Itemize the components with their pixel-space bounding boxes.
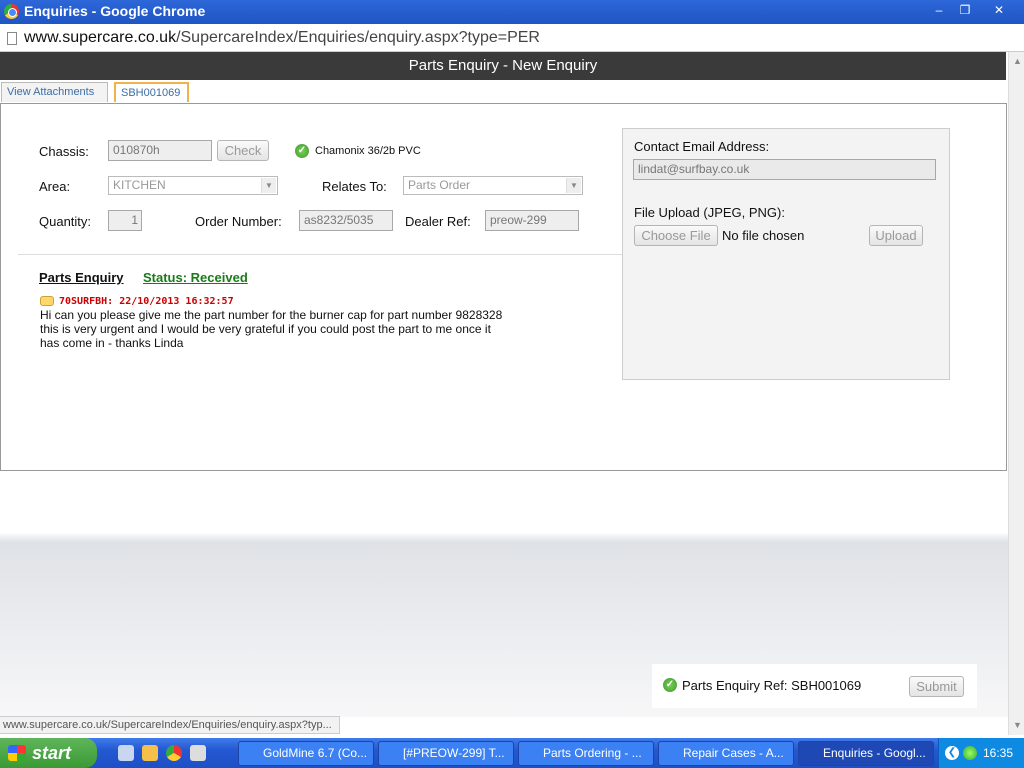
quicklaunch-chrome-icon[interactable] (166, 745, 182, 761)
url-text[interactable]: www.supercare.co.uk/SupercareIndex/Enqui… (24, 29, 540, 47)
model-text: Chamonix 36/2b PVC (315, 145, 421, 157)
message-body: Hi can you please give me the part numbe… (40, 308, 503, 350)
windows-flag-icon (8, 745, 26, 761)
scroll-down-icon[interactable]: ▼ (1013, 720, 1022, 730)
quicklaunch-outlook-icon[interactable] (142, 745, 158, 761)
tab-view-attachments[interactable]: View Attachments (1, 82, 108, 102)
enquiry-panel: Chassis: 010870h Check ✓ Chamonix 36/2b … (0, 103, 1007, 471)
window-title: Enquiries - Google Chrome (24, 3, 206, 19)
quicklaunch-app-icon[interactable] (190, 745, 206, 761)
parts-enquiry-ref: Parts Enquiry Ref: SBH001069 (682, 678, 862, 693)
quantity-field[interactable]: 1 (108, 210, 142, 231)
chevron-down-icon: ▼ (566, 178, 581, 193)
task-repair-cases[interactable]: Repair Cases - A... (658, 741, 794, 766)
chassis-field[interactable]: 010870h (108, 140, 212, 161)
page-header: Parts Enquiry - New Enquiry (0, 52, 1006, 80)
status-bar-url: www.supercare.co.uk/SupercareIndex/Enqui… (0, 716, 340, 734)
check-ok-icon: ✓ (663, 678, 677, 692)
chrome-logo-icon (4, 4, 19, 19)
minimize-button[interactable]: – (928, 1, 950, 19)
dealer-ref-label: Dealer Ref: (405, 214, 471, 229)
task-goldmine[interactable]: GoldMine 6.7 (Co... (238, 741, 374, 766)
email-field[interactable]: lindat@surfbay.co.uk (633, 159, 936, 180)
order-number-label: Order Number: (195, 214, 282, 229)
vertical-scrollbar[interactable]: ▲ ▼ (1008, 52, 1024, 735)
check-ok-icon: ✓ (295, 144, 309, 158)
relates-select[interactable]: Parts Order ▼ (403, 176, 583, 195)
area-select[interactable]: KITCHEN ▼ (108, 176, 278, 195)
page-viewport: Parts Enquiry - New Enquiry View Attachm… (0, 52, 1008, 717)
speech-bubble-icon (40, 296, 54, 306)
check-button[interactable]: Check (217, 140, 269, 161)
email-label: Contact Email Address: (634, 139, 770, 154)
task-enquiries[interactable]: Enquiries - Googl... (798, 741, 934, 766)
footer-ref-box: ✓ Parts Enquiry Ref: SBH001069 Submit (652, 664, 977, 708)
chassis-label: Chassis: (39, 144, 89, 159)
parts-enquiry-title: Parts Enquiry (39, 270, 124, 285)
chevron-down-icon: ▼ (261, 178, 276, 193)
divider (18, 254, 623, 255)
dealer-ref-field[interactable]: preow-299 (485, 210, 579, 231)
contact-box: Contact Email Address: lindat@surfbay.co… (622, 128, 950, 380)
clock: 16:35 (983, 746, 1014, 760)
quantity-label: Quantity: (39, 214, 92, 229)
relates-label: Relates To: (322, 179, 387, 194)
taskbar: start GoldMine 6.7 (Co... [#PREOW-299] T… (0, 738, 1024, 768)
quicklaunch-desktop-icon[interactable] (118, 745, 134, 761)
tray-arrow-icon[interactable]: ❮ (945, 746, 959, 760)
choose-file-button[interactable]: Choose File (634, 225, 718, 246)
window-titlebar: Enquiries - Google Chrome – ❐ ✕ (0, 0, 1024, 24)
start-button[interactable]: start (0, 738, 97, 768)
area-label: Area: (39, 179, 71, 194)
maximize-button[interactable]: ❐ (954, 1, 976, 19)
task-preow[interactable]: [#PREOW-299] T... (378, 741, 514, 766)
no-file-text: No file chosen (722, 228, 805, 243)
tab-sbh001069[interactable]: SBH001069 (114, 82, 189, 102)
system-tray: ❮ 16:35 (938, 738, 1024, 768)
status-badge: Status: Received (143, 270, 248, 285)
tray-status-icon[interactable] (963, 746, 977, 760)
close-button[interactable]: ✕ (988, 1, 1010, 19)
task-parts-ordering[interactable]: Parts Ordering - ... (518, 741, 654, 766)
page-icon (7, 32, 17, 45)
upload-label: File Upload (JPEG, PNG): (634, 205, 785, 220)
upload-button[interactable]: Upload (869, 225, 923, 246)
scroll-up-icon[interactable]: ▲ (1013, 56, 1022, 66)
order-number-field[interactable]: as8232/5035 (299, 210, 393, 231)
address-bar[interactable]: www.supercare.co.uk/SupercareIndex/Enqui… (0, 24, 1024, 52)
submit-button[interactable]: Submit (909, 676, 964, 697)
message-header: 70SURFBH: 22/10/2013 16:32:57 (59, 296, 234, 307)
